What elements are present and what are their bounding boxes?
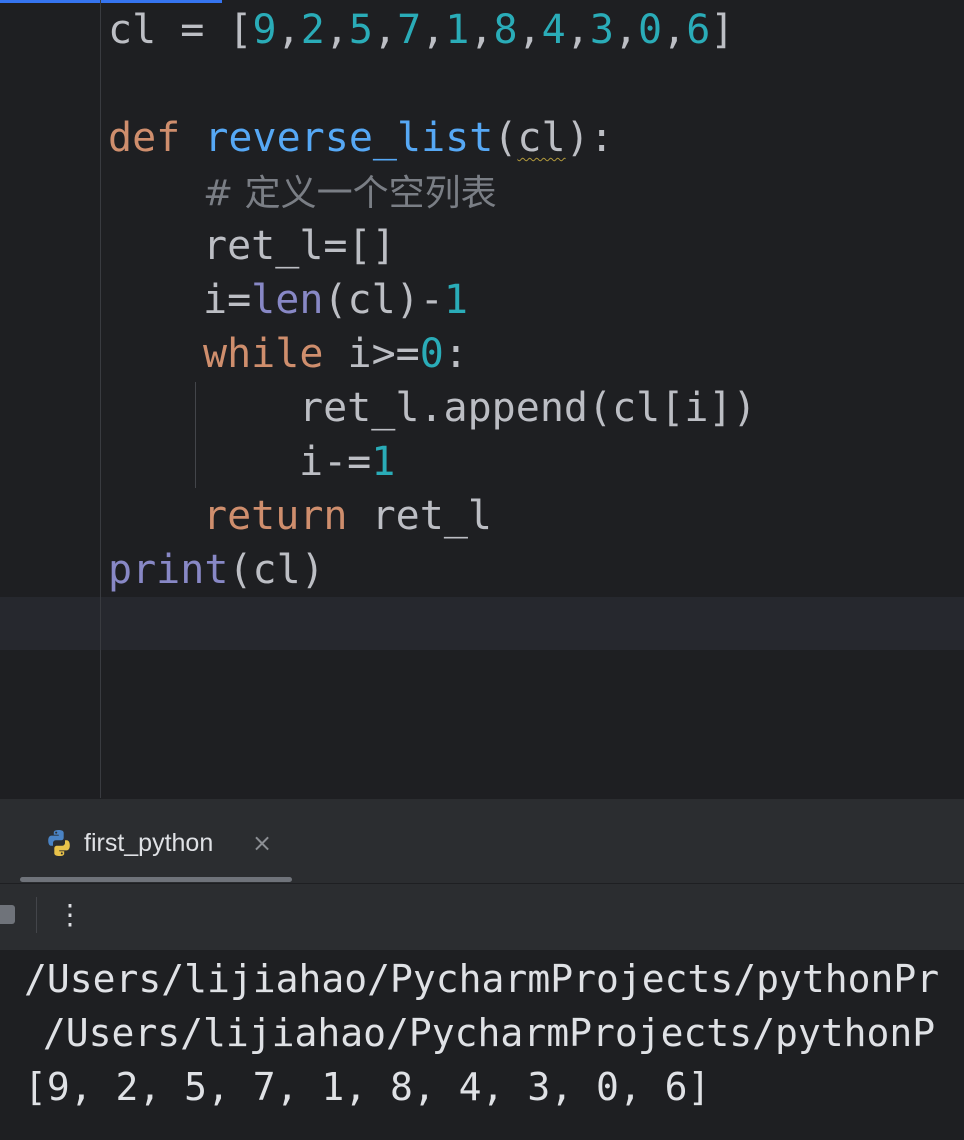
list-separator: , xyxy=(276,7,301,53)
list-item-number: 0 xyxy=(638,7,663,53)
list-item-number: 1 xyxy=(445,7,470,53)
code-line-10: print(cl) xyxy=(108,543,325,597)
bracket-close: ] xyxy=(710,7,735,53)
builtin-len: len xyxy=(251,277,324,323)
stop-icon[interactable] xyxy=(0,905,15,924)
list-separator: , xyxy=(613,7,639,53)
statement: ret_l=[] xyxy=(203,223,396,269)
run-tool-window: first_python × ⋮ /Users/lijiahao/Pycharm… xyxy=(0,798,964,1140)
tab-underline xyxy=(20,877,292,882)
panel-divider xyxy=(0,883,964,884)
code-line-9: return ret_l xyxy=(203,489,492,543)
list-separator: , xyxy=(324,7,349,53)
list-separator: , xyxy=(517,7,542,53)
code-line-8: i-=1 xyxy=(299,435,395,489)
comment: # 定义一个空列表 xyxy=(203,173,497,214)
code-line-4: ret_l=[] xyxy=(203,219,396,273)
gutter-divider xyxy=(100,0,101,798)
function-name: reverse_list xyxy=(204,115,494,161)
list-item-number: 4 xyxy=(541,7,566,53)
list-separator: , xyxy=(565,7,590,53)
colon: : xyxy=(443,331,468,377)
python-icon xyxy=(48,830,70,856)
call-args: (cl) xyxy=(228,547,325,593)
list-item-number: 6 xyxy=(686,7,711,53)
list-separator: , xyxy=(662,7,687,53)
run-tab-first-python[interactable]: first_python xyxy=(44,823,213,863)
code-line-2: def reverse_list(cl): xyxy=(108,111,614,165)
statement-mid: (cl)- xyxy=(323,277,444,323)
keyword-while: while xyxy=(203,331,324,377)
toolbar-separator xyxy=(36,897,37,933)
code-line-3: # 定义一个空列表 xyxy=(203,165,497,219)
list-item-number: 2 xyxy=(300,7,325,53)
bracket-open: [ xyxy=(228,7,253,53)
list-item-number: 8 xyxy=(493,7,518,53)
statement-prefix: i= xyxy=(203,277,252,323)
list-separator: , xyxy=(421,7,446,53)
current-line-highlight xyxy=(0,597,964,650)
list-item-number: 9 xyxy=(252,7,277,53)
code-line-7: ret_l.append(cl[i]) xyxy=(299,381,757,435)
statement: ret_l.append(cl[i]) xyxy=(299,385,757,431)
paren-close: ): xyxy=(565,115,614,161)
number-literal: 1 xyxy=(443,277,468,323)
list-items: 9,2,5,7,1,8,4,3,0,6 xyxy=(253,7,711,53)
list-item-number: 5 xyxy=(348,7,373,53)
number-literal: 1 xyxy=(371,439,396,485)
keyword-def: def xyxy=(108,115,181,161)
indent-guide xyxy=(195,382,196,488)
variable-name: cl xyxy=(108,7,157,53)
more-vertical-icon[interactable]: ⋮ xyxy=(56,896,84,934)
code-line-1: cl = [9,2,5,7,1,8,4,3,0,6] xyxy=(108,3,734,57)
ide-window: cl = [9,2,5,7,1,8,4,3,0,6] def reverse_l… xyxy=(0,0,964,1140)
statement-prefix: i-= xyxy=(299,439,372,485)
number-literal: 0 xyxy=(419,331,444,377)
code-editor[interactable]: cl = [9,2,5,7,1,8,4,3,0,6] def reverse_l… xyxy=(0,0,964,798)
list-item-number: 3 xyxy=(589,7,614,53)
parameter-cl: cl xyxy=(517,115,566,161)
builtin-print: print xyxy=(108,547,229,593)
list-separator: , xyxy=(469,7,494,53)
keyword-return: return xyxy=(203,493,348,539)
code-line-5: i=len(cl)-1 xyxy=(203,273,468,327)
list-item-number: 7 xyxy=(397,7,422,53)
assign-operator: = xyxy=(156,7,229,53)
paren-open: ( xyxy=(493,115,518,161)
close-icon[interactable]: × xyxy=(250,827,274,859)
code-line-6: while i>=0: xyxy=(203,327,468,381)
console-output[interactable]: /Users/lijiahao/PycharmProjects/pythonPr… xyxy=(0,950,964,1140)
return-value: ret_l xyxy=(347,493,492,539)
console-line-2: /Users/lijiahao/PycharmProjects/pythonP xyxy=(20,1011,936,1055)
console-line-1: /Users/lijiahao/PycharmProjects/pythonPr xyxy=(24,957,940,1001)
list-separator: , xyxy=(372,7,398,53)
console-line-3: [9, 2, 5, 7, 1, 8, 4, 3, 0, 6] xyxy=(24,1065,711,1109)
run-tab-label: first_python xyxy=(84,828,214,857)
condition: i>= xyxy=(323,331,420,377)
